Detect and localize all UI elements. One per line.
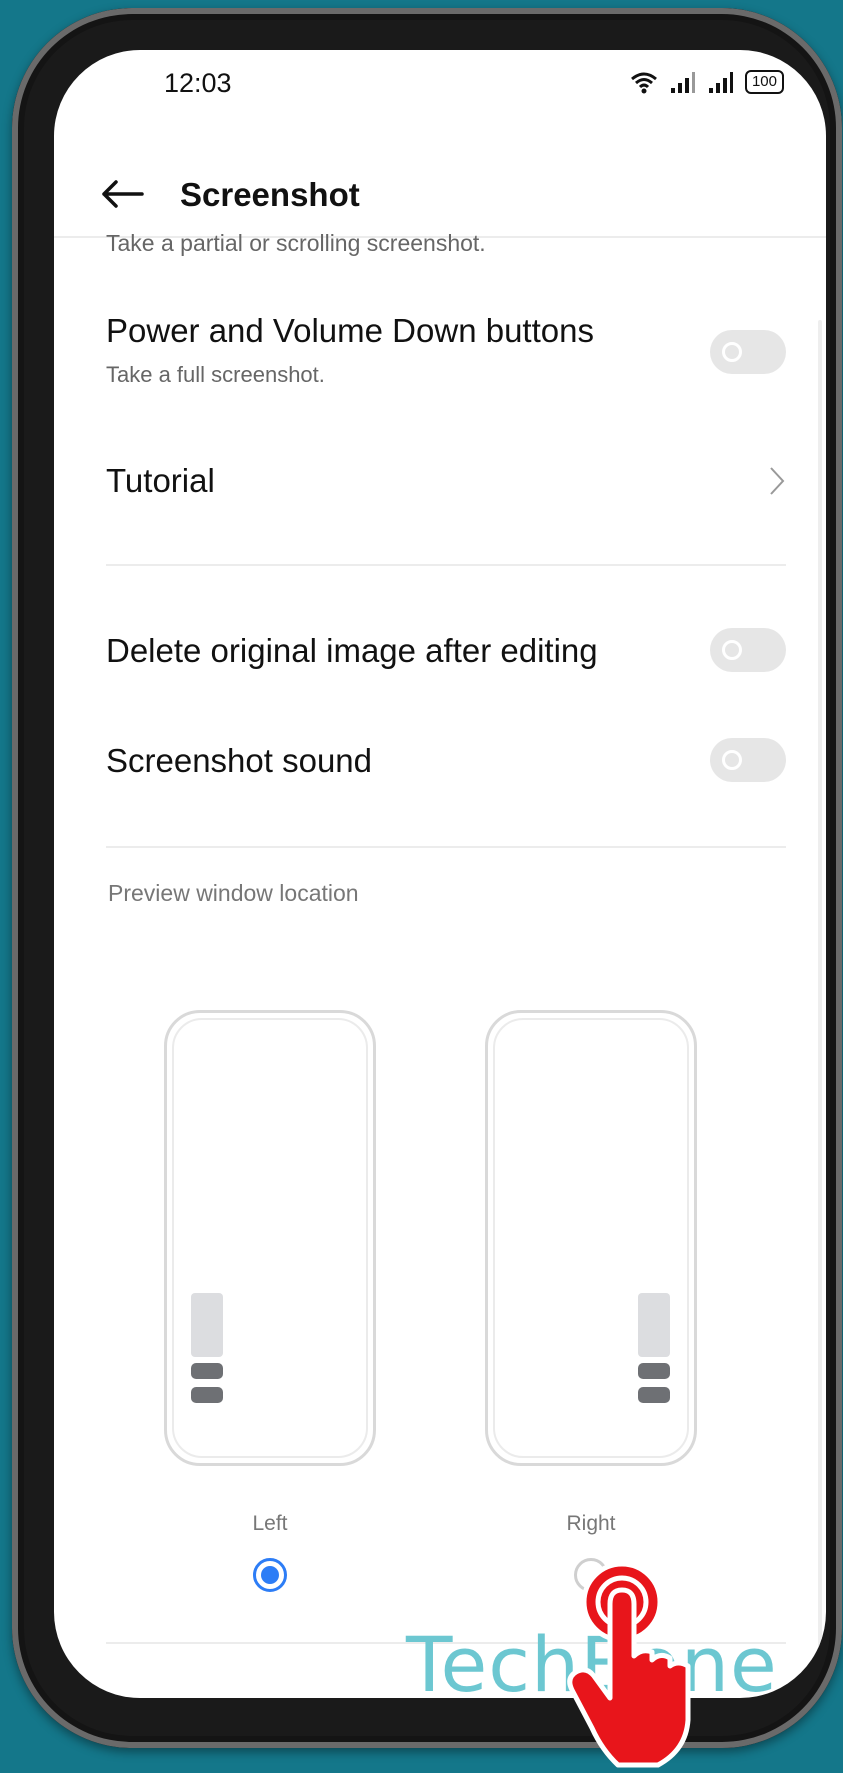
setting-delete-original[interactable]: Delete original image after editing [106, 632, 786, 670]
preview-button [638, 1387, 670, 1403]
toggle-knob [722, 342, 742, 362]
setting-power-volume[interactable]: Power and Volume Down buttons Take a ful… [106, 312, 786, 388]
phone-frame: 12:03 100 Screenshot Take a partial or s… [12, 8, 842, 1748]
preview-left-illustration[interactable] [164, 1010, 376, 1466]
option-label-left: Left [252, 1512, 288, 1535]
setting-title: Tutorial [106, 462, 215, 499]
section-divider [106, 846, 786, 848]
clipped-description: Take a partial or scrolling screenshot. [106, 234, 486, 256]
status-icons: 100 [629, 70, 784, 94]
wifi-icon [631, 72, 657, 94]
pointing-hand-icon [567, 1561, 691, 1768]
preview-thumbnail [191, 1293, 223, 1357]
app-header: Screenshot [54, 150, 826, 240]
setting-screenshot-sound[interactable]: Screenshot sound [106, 742, 786, 780]
status-time: 12:03 [164, 68, 232, 98]
chevron-right-icon [770, 467, 785, 495]
setting-title: Delete original image after editing [106, 632, 598, 669]
signal-icon-1 [670, 72, 695, 93]
option-label-right: Right [566, 1512, 616, 1535]
scrollbar[interactable] [818, 320, 822, 1680]
battery-icon: 100 [744, 70, 784, 94]
screenshot-sound-toggle[interactable] [710, 738, 786, 782]
power-volume-toggle[interactable] [710, 330, 786, 374]
toggle-knob [722, 640, 742, 660]
preview-right-illustration[interactable] [485, 1010, 697, 1466]
preview-button [191, 1387, 223, 1403]
radio-left[interactable] [253, 1558, 287, 1592]
setting-tutorial[interactable]: Tutorial [106, 462, 786, 500]
preview-thumbnail [638, 1293, 670, 1357]
preview-section-label: Preview window location [108, 880, 359, 906]
preview-button [191, 1363, 223, 1379]
setting-title: Power and Volume Down buttons [106, 312, 594, 349]
toggle-knob [722, 750, 742, 770]
back-arrow-icon[interactable] [98, 178, 146, 210]
setting-subtitle: Take a full screenshot. [106, 362, 325, 387]
signal-icon-2 [708, 72, 733, 93]
phone-screen: 12:03 100 Screenshot Take a partial or s… [54, 50, 826, 1698]
status-bar: 12:03 100 [54, 50, 826, 160]
preview-button [638, 1363, 670, 1379]
page-title: Screenshot [180, 176, 360, 213]
section-divider [106, 564, 786, 566]
setting-title: Screenshot sound [106, 742, 373, 779]
delete-original-toggle[interactable] [710, 628, 786, 672]
